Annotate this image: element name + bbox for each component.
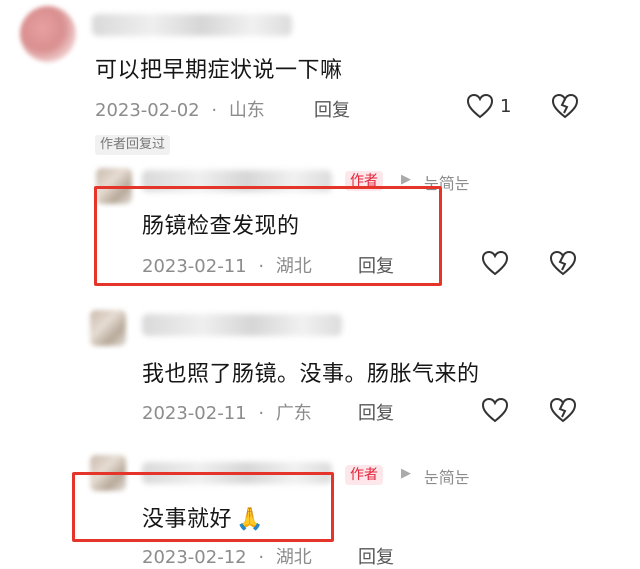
author-replied-tag: 作者回复过 [95, 135, 171, 155]
reply-date: 2023-02-12 [142, 547, 247, 568]
reply-location: 湖北 [275, 547, 312, 568]
broken-heart-icon[interactable] [551, 93, 579, 119]
reply-meta: 2023-02-11 · 广东 [142, 399, 312, 425]
reply-date: 2023-02-11 [142, 256, 247, 277]
meta-separator: · [258, 403, 265, 424]
triangle-arrow-icon: ▶ [401, 466, 411, 481]
triangle-arrow-icon: ▶ [401, 172, 411, 187]
avatar[interactable] [20, 6, 76, 62]
reply-location: 湖北 [275, 256, 312, 277]
reply-button[interactable]: 回复 [358, 399, 394, 425]
reply-text: 肠镜检查发现的 [142, 214, 300, 239]
username-blurred[interactable] [92, 14, 292, 36]
meta-separator: · [211, 100, 218, 121]
reply-target-name[interactable]: 눈简눈 [424, 464, 469, 488]
comment-location: 山东 [228, 100, 265, 121]
reply-text-body: 没事就好 [142, 507, 233, 532]
reply-text: 没事就好 🙏 [142, 501, 264, 533]
reply-meta: 2023-02-11 · 湖北 [142, 252, 312, 278]
reply-meta: 2023-02-12 · 湖北 [142, 543, 312, 569]
reply-button[interactable]: 回复 [358, 252, 394, 278]
heart-icon[interactable] [466, 93, 494, 119]
broken-heart-icon[interactable] [549, 397, 577, 423]
reply-button[interactable]: 回复 [358, 543, 394, 569]
reply-date: 2023-02-11 [142, 403, 247, 424]
username-blurred[interactable] [142, 314, 342, 336]
pray-emoji-icon: 🙏 [236, 507, 264, 532]
like-count: 1 [500, 96, 512, 117]
meta-separator: · [258, 256, 265, 277]
avatar[interactable] [90, 310, 126, 346]
heart-icon[interactable] [481, 250, 509, 276]
reply-button[interactable]: 回复 [314, 96, 350, 122]
comment-text: 可以把早期症状说一下嘛 [95, 58, 343, 83]
heart-icon[interactable] [481, 397, 509, 423]
author-badge: 作者 [345, 465, 383, 485]
reply-text: 我也照了肠镜。没事。肠胀气来的 [142, 362, 480, 387]
comment-date: 2023-02-02 [95, 100, 200, 121]
reply-location: 广东 [275, 403, 312, 424]
meta-separator: · [258, 547, 265, 568]
comment-meta: 2023-02-02 · 山东 [95, 96, 265, 122]
broken-heart-icon[interactable] [549, 250, 577, 276]
